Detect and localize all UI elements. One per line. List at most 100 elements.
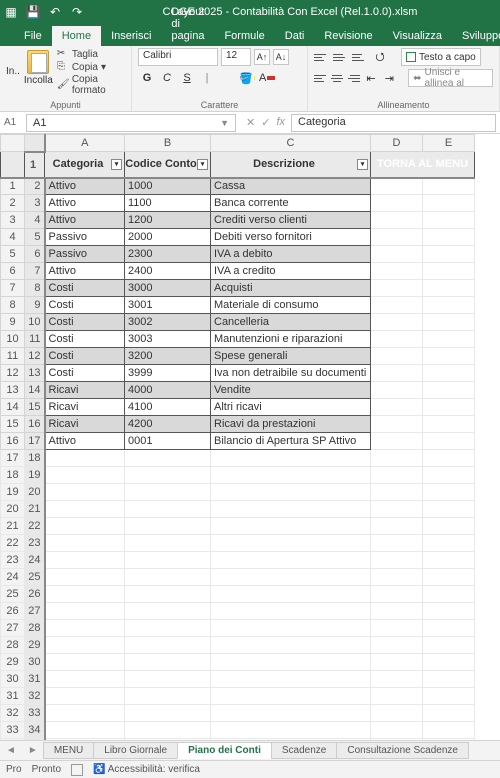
cell-descrizione[interactable]: Vendite: [211, 382, 371, 399]
cell-codice[interactable]: 4000: [125, 382, 211, 399]
row-header[interactable]: 11: [1, 348, 25, 365]
cell-descrizione[interactable]: Cancelleria: [211, 314, 371, 331]
frozen-row-number[interactable]: 20: [25, 484, 45, 501]
cell-categoria[interactable]: Attivo: [45, 433, 125, 450]
frozen-row-number[interactable]: 8: [25, 280, 45, 297]
tab-review[interactable]: Revisione: [314, 26, 382, 46]
cell-codice[interactable]: 0001: [125, 433, 211, 450]
col-header-c[interactable]: C: [211, 135, 371, 152]
frozen-row-number[interactable]: 30: [25, 654, 45, 671]
cell-descrizione[interactable]: Materiale di consumo: [211, 297, 371, 314]
cell-descrizione[interactable]: IVA a credito: [211, 263, 371, 280]
redo-icon[interactable]: ↷: [70, 5, 84, 19]
row-header[interactable]: 3: [1, 212, 25, 229]
row-header[interactable]: 22: [1, 535, 25, 552]
decrease-indent-button[interactable]: ⇤: [363, 69, 378, 87]
cell-codice[interactable]: 3001: [125, 297, 211, 314]
cell-codice[interactable]: 3999: [125, 365, 211, 382]
cell-descrizione[interactable]: Bilancio di Apertura SP Attivo: [211, 433, 371, 450]
row-header[interactable]: 6: [1, 263, 25, 280]
row-header[interactable]: 30: [1, 671, 25, 688]
format-painter-button[interactable]: 🖌Copia formato: [57, 74, 125, 96]
row-header[interactable]: 28: [1, 637, 25, 654]
frozen-row-number[interactable]: 17: [25, 433, 45, 450]
copy-button[interactable]: ⎘Copia ▾: [57, 61, 125, 73]
cut-button[interactable]: ✂Taglia: [57, 48, 125, 60]
align-right-button[interactable]: [347, 70, 360, 86]
cell-descrizione[interactable]: Spese generali: [211, 348, 371, 365]
tab-home[interactable]: Home: [52, 26, 101, 46]
row-header[interactable]: 14: [1, 399, 25, 416]
formula-input[interactable]: Categoria: [291, 114, 496, 132]
row-header[interactable]: 17: [1, 450, 25, 467]
row-header[interactable]: 19: [1, 484, 25, 501]
cell-codice[interactable]: 4100: [125, 399, 211, 416]
cell-categoria[interactable]: Costi: [45, 365, 125, 382]
worksheet-grid[interactable]: A B C D E 1 Categoria▾ Codice Conto▾ Des…: [0, 134, 500, 740]
row-header[interactable]: 32: [1, 705, 25, 722]
frozen-row-number[interactable]: 7: [25, 263, 45, 280]
increase-font-button[interactable]: A↑: [254, 49, 270, 65]
cell-categoria[interactable]: Attivo: [45, 195, 125, 212]
tab-file[interactable]: File: [14, 26, 52, 46]
cell-descrizione[interactable]: Debiti verso fornitori: [211, 229, 371, 246]
row-header[interactable]: 31: [1, 688, 25, 705]
filter-icon[interactable]: ▾: [197, 159, 208, 170]
frozen-row-number[interactable]: 12: [25, 348, 45, 365]
cell-descrizione[interactable]: Banca corrente: [211, 195, 371, 212]
row-header[interactable]: 4: [1, 229, 25, 246]
row-header[interactable]: 34: [1, 739, 25, 741]
frozen-row-number[interactable]: 21: [25, 501, 45, 518]
frozen-row-number[interactable]: 6: [25, 246, 45, 263]
cell-categoria[interactable]: Costi: [45, 314, 125, 331]
wrap-text-button[interactable]: Testo a capo: [401, 48, 481, 66]
header-codice[interactable]: Codice Conto▾: [125, 152, 211, 178]
frozen-row-number[interactable]: 9: [25, 297, 45, 314]
frozen-row-number[interactable]: 4: [25, 212, 45, 229]
cell-categoria[interactable]: Costi: [45, 280, 125, 297]
cell-descrizione[interactable]: Crediti verso clienti: [211, 212, 371, 229]
cell-descrizione[interactable]: IVA a debito: [211, 246, 371, 263]
tab-insert[interactable]: Inserisci: [101, 26, 161, 46]
enter-formula-icon[interactable]: ✓: [261, 116, 270, 129]
frozen-row-number[interactable]: 27: [25, 603, 45, 620]
row-header[interactable]: 12: [1, 365, 25, 382]
cell-descrizione[interactable]: Altri ricavi: [211, 399, 371, 416]
frozen-row-number[interactable]: 5: [25, 229, 45, 246]
col-header-d[interactable]: D: [371, 135, 423, 152]
cell-descrizione[interactable]: Iva non detraibile su documenti: [211, 365, 371, 382]
cell-codice[interactable]: 2400: [125, 263, 211, 280]
cell-categoria[interactable]: Costi: [45, 331, 125, 348]
tab-layout[interactable]: Layout di pagina: [161, 2, 214, 46]
frozen-row-number[interactable]: 19: [25, 467, 45, 484]
tab-data[interactable]: Dati: [275, 26, 315, 46]
macro-record-icon[interactable]: [71, 764, 83, 776]
align-top-button[interactable]: [314, 49, 330, 65]
cell-descrizione[interactable]: Cassa: [211, 178, 371, 195]
filter-icon[interactable]: ▾: [111, 159, 122, 170]
frozen-row-number[interactable]: 13: [25, 365, 45, 382]
cell-categoria[interactable]: Passivo: [45, 229, 125, 246]
cell-categoria[interactable]: Ricavi: [45, 416, 125, 433]
cell-categoria[interactable]: Attivo: [45, 263, 125, 280]
tab-formulas[interactable]: Formule: [214, 26, 274, 46]
row-header[interactable]: 33: [1, 722, 25, 739]
sheet-tab-libro[interactable]: Libro Giornale: [93, 742, 178, 759]
row-header[interactable]: 23: [1, 552, 25, 569]
decrease-font-button[interactable]: A↓: [273, 49, 289, 65]
frozen-row-number[interactable]: 26: [25, 586, 45, 603]
underline-button[interactable]: S: [178, 69, 196, 87]
cell-codice[interactable]: 2300: [125, 246, 211, 263]
frozen-row-number[interactable]: 33: [25, 705, 45, 722]
sheet-tab-scadenze[interactable]: Scadenze: [271, 742, 337, 759]
cell-descrizione[interactable]: Acquisti: [211, 280, 371, 297]
cell-codice[interactable]: 2000: [125, 229, 211, 246]
align-center-button[interactable]: [330, 70, 343, 86]
tab-developer[interactable]: Sviluppo: [452, 26, 500, 46]
frozen-row-number[interactable]: 34: [25, 722, 45, 739]
return-menu-button[interactable]: TORNA AL MENU: [371, 152, 475, 178]
header-categoria[interactable]: Categoria▾: [45, 152, 125, 178]
cancel-formula-icon[interactable]: ✕: [246, 116, 255, 129]
frozen-row-number[interactable]: 11: [25, 331, 45, 348]
cell-categoria[interactable]: Ricavi: [45, 399, 125, 416]
